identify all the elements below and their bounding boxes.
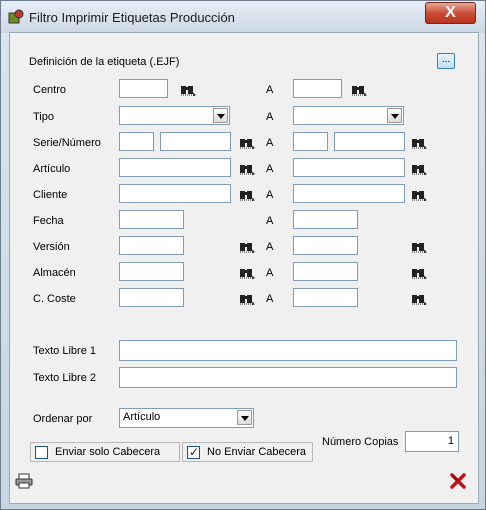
range-separator: A bbox=[266, 163, 274, 175]
label-texto2: Texto Libre 2 bbox=[33, 372, 96, 384]
dialog-window: Filtro Imprimir Etiquetas Producción X D… bbox=[0, 0, 486, 510]
checkbox-box[interactable] bbox=[35, 446, 48, 459]
binoculars-icon[interactable] bbox=[239, 240, 255, 253]
browse-button[interactable]: ... bbox=[437, 53, 455, 69]
red-x-icon[interactable] bbox=[450, 473, 466, 489]
label-texto1: Texto Libre 1 bbox=[33, 345, 96, 357]
range-separator: A bbox=[266, 241, 274, 253]
binoculars-icon[interactable] bbox=[180, 83, 196, 96]
ordenar-select[interactable]: Artículo bbox=[119, 408, 254, 428]
fecha-from-input[interactable] bbox=[119, 210, 184, 229]
binoculars-icon[interactable] bbox=[239, 266, 255, 279]
numero-to-input[interactable] bbox=[334, 132, 405, 151]
close-icon: X bbox=[445, 4, 456, 21]
range-separator: A bbox=[266, 215, 274, 227]
close-button[interactable]: X bbox=[425, 2, 476, 24]
tipo-to-select[interactable] bbox=[293, 106, 404, 125]
range-separator: A bbox=[266, 137, 274, 149]
texto-libre-2-input[interactable] bbox=[119, 367, 457, 388]
binoculars-icon[interactable] bbox=[411, 292, 427, 305]
title-bar[interactable]: Filtro Imprimir Etiquetas Producción X bbox=[1, 1, 485, 33]
articulo-to-input[interactable] bbox=[293, 158, 405, 177]
range-separator: A bbox=[266, 267, 274, 279]
almacen-to-input[interactable] bbox=[293, 262, 358, 281]
binoculars-icon[interactable] bbox=[351, 83, 367, 96]
binoculars-icon[interactable] bbox=[411, 162, 427, 175]
chevron-down-icon[interactable] bbox=[213, 108, 228, 123]
label-definicion: Definición de la etiqueta (.EJF) bbox=[29, 56, 180, 68]
centro-from-input[interactable] bbox=[119, 79, 168, 98]
label-fecha: Fecha bbox=[33, 215, 64, 227]
label-almacen: Almacén bbox=[33, 267, 76, 279]
version-to-input[interactable] bbox=[293, 236, 358, 255]
cliente-from-input[interactable] bbox=[119, 184, 231, 203]
window-title: Filtro Imprimir Etiquetas Producción bbox=[29, 10, 235, 25]
printer-icon[interactable] bbox=[15, 473, 33, 489]
app-icon bbox=[8, 9, 24, 24]
no-cabecera-checkbox[interactable]: No Enviar Cabecera bbox=[182, 442, 313, 462]
binoculars-icon[interactable] bbox=[239, 188, 255, 201]
coste-to-input[interactable] bbox=[293, 288, 358, 307]
binoculars-icon[interactable] bbox=[239, 136, 255, 149]
label-coste: C. Coste bbox=[33, 293, 76, 305]
chevron-down-icon[interactable] bbox=[237, 410, 252, 425]
fecha-to-input[interactable] bbox=[293, 210, 358, 229]
centro-to-input[interactable] bbox=[293, 79, 342, 98]
label-serie: Serie/Número bbox=[33, 137, 101, 149]
binoculars-icon[interactable] bbox=[411, 136, 427, 149]
binoculars-icon[interactable] bbox=[411, 188, 427, 201]
solo-cabecera-checkbox[interactable]: Enviar solo Cabecera bbox=[30, 442, 180, 462]
binoculars-icon[interactable] bbox=[411, 266, 427, 279]
label-articulo: Artículo bbox=[33, 163, 71, 175]
checkbox-box-checked[interactable] bbox=[187, 445, 200, 459]
tipo-from-select[interactable] bbox=[119, 106, 230, 125]
range-separator: A bbox=[266, 293, 274, 305]
binoculars-icon[interactable] bbox=[239, 162, 255, 175]
label-ordenar: Ordenar por bbox=[33, 413, 93, 425]
label-version: Versión bbox=[33, 241, 70, 253]
coste-from-input[interactable] bbox=[119, 288, 184, 307]
label-copias: Número Copias bbox=[322, 436, 399, 448]
binoculars-icon[interactable] bbox=[239, 292, 255, 305]
ordenar-value: Artículo bbox=[123, 411, 161, 423]
almacen-from-input[interactable] bbox=[119, 262, 184, 281]
solo-cabecera-label: Enviar solo Cabecera bbox=[55, 446, 161, 458]
range-separator: A bbox=[266, 189, 274, 201]
label-centro: Centro bbox=[33, 84, 67, 96]
binoculars-icon[interactable] bbox=[411, 240, 427, 253]
range-separator: A bbox=[266, 84, 274, 96]
copias-input[interactable]: 1 bbox=[405, 431, 459, 452]
texto-libre-1-input[interactable] bbox=[119, 340, 457, 361]
serie-to-input[interactable] bbox=[293, 132, 328, 151]
label-tipo: Tipo bbox=[33, 111, 54, 123]
label-cliente: Cliente bbox=[33, 189, 68, 201]
version-from-input[interactable] bbox=[119, 236, 184, 255]
chevron-down-icon[interactable] bbox=[387, 108, 402, 123]
no-cabecera-label: No Enviar Cabecera bbox=[207, 446, 307, 458]
dialog-body: Definición de la etiqueta (.EJF) ... Cen… bbox=[9, 32, 479, 504]
numero-from-input[interactable] bbox=[160, 132, 231, 151]
serie-from-input[interactable] bbox=[119, 132, 154, 151]
articulo-from-input[interactable] bbox=[119, 158, 231, 177]
range-separator: A bbox=[266, 111, 274, 123]
cliente-to-input[interactable] bbox=[293, 184, 405, 203]
